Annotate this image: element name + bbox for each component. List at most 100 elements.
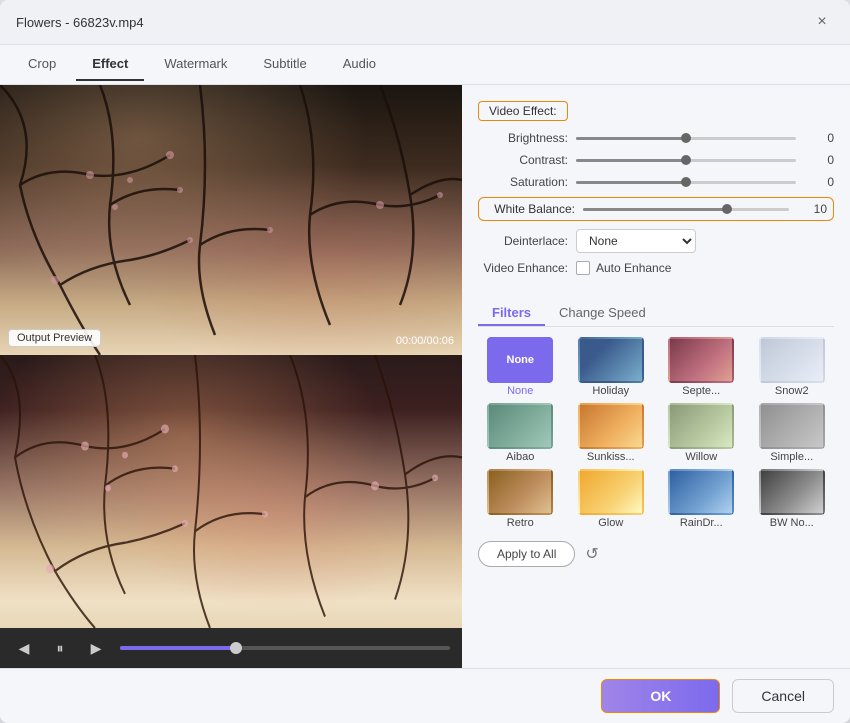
brightness-fill [576,137,686,140]
title-bar: Flowers - 66823v.mp4 × [0,0,850,45]
filter-item-aibao[interactable]: Aibao [478,403,563,463]
brightness-row: Brightness: 0 [478,131,834,145]
apply-row: Apply to All ↺ [478,541,834,567]
controls-bar: ◀ ⏸ ▶ [0,628,462,668]
tab-audio[interactable]: Audio [327,48,392,81]
filter-thumb-willow [668,403,734,449]
filter-name-bwno: BW No... [770,517,814,529]
close-button[interactable]: × [810,10,834,34]
filter-thumb-holiday [578,337,644,383]
prev-button[interactable]: ◀ [12,636,36,660]
filter-name-holiday: Holiday [592,385,629,397]
right-panel: Video Effect: Brightness: 0 Contrast: [462,85,850,668]
brightness-thumb[interactable] [681,133,691,143]
main-content: Output Preview 00:00/00:06 [0,85,850,668]
filter-item-bwno[interactable]: BW No... [750,469,835,529]
window-title: Flowers - 66823v.mp4 [16,15,144,30]
saturation-row: Saturation: 0 [478,175,834,189]
filter-thumb-bwno [759,469,825,515]
filter-item-glow[interactable]: Glow [569,469,654,529]
filter-thumb-simple [759,403,825,449]
saturation-fill [576,181,686,184]
filters-grid: None None Holiday Septe... [478,337,834,529]
progress-fill [120,646,236,650]
white-balance-thumb[interactable] [722,204,732,214]
tab-subtitle[interactable]: Subtitle [247,48,322,81]
flowers-overlay-top [0,85,462,355]
filter-item-willow[interactable]: Willow [659,403,744,463]
contrast-thumb[interactable] [681,155,691,165]
next-button[interactable]: ▶ [84,636,108,660]
refresh-button[interactable]: ↺ [585,544,598,564]
auto-enhance-text: Auto Enhance [596,261,671,275]
filter-name-retro: Retro [507,517,534,529]
filter-name-septe: Septe... [682,385,720,397]
filter-thumb-sunkiss [578,403,644,449]
video-effect-label: Video Effect: [478,101,568,121]
white-balance-value: 10 [797,202,827,216]
saturation-thumb[interactable] [681,177,691,187]
filter-thumb-septe [668,337,734,383]
filter-thumb-glow [578,469,644,515]
white-balance-slider[interactable] [583,208,789,211]
white-balance-row: White Balance: 10 [478,197,834,221]
auto-enhance-checkbox[interactable] [576,261,590,275]
output-preview-label: Output Preview [8,329,101,347]
filter-name-none: None [507,385,533,397]
filter-thumb-retro [487,469,553,515]
flowers-overlay-bottom [0,355,462,628]
play-pause-button[interactable]: ⏸ [48,636,72,660]
filter-thumb-snow2 [759,337,825,383]
tabs-bar: Crop Effect Watermark Subtitle Audio [0,45,850,85]
filter-item-septe[interactable]: Septe... [659,337,744,397]
filter-item-sunkiss[interactable]: Sunkiss... [569,403,654,463]
contrast-value: 0 [804,153,834,167]
brightness-label: Brightness: [478,131,568,145]
tab-change-speed[interactable]: Change Speed [545,301,660,326]
filter-thumb-none: None [487,337,553,383]
progress-handle[interactable] [230,642,242,654]
filter-item-simple[interactable]: Simple... [750,403,835,463]
filter-item-retro[interactable]: Retro [478,469,563,529]
tab-filters[interactable]: Filters [478,301,545,326]
saturation-value: 0 [804,175,834,189]
filters-tabs: Filters Change Speed [478,301,834,327]
saturation-slider[interactable] [576,181,796,184]
cancel-button[interactable]: Cancel [732,679,834,713]
brightness-slider[interactable] [576,137,796,140]
filter-item-holiday[interactable]: Holiday [569,337,654,397]
contrast-slider[interactable] [576,159,796,162]
deinterlace-label: Deinterlace: [478,234,568,248]
ok-button[interactable]: OK [601,679,720,713]
filter-name-willow: Willow [685,451,717,463]
video-preview-bottom [0,355,462,628]
filter-name-glow: Glow [598,517,623,529]
filter-name-sunkiss: Sunkiss... [587,451,635,463]
filter-name-aibao: Aibao [506,451,534,463]
tab-watermark[interactable]: Watermark [148,48,243,81]
contrast-label: Contrast: [478,153,568,167]
left-panel: Output Preview 00:00/00:06 [0,85,462,668]
video-preview-top: Output Preview 00:00/00:06 [0,85,462,355]
filter-item-raindr[interactable]: RainDr... [659,469,744,529]
filter-name-simple: Simple... [770,451,813,463]
deinterlace-row: Deinterlace: None [478,229,834,253]
video-enhance-row: Video Enhance: Auto Enhance [478,261,834,275]
video-effect-section: Video Effect: Brightness: 0 Contrast: [478,101,834,289]
white-balance-fill [583,208,727,211]
filter-item-none[interactable]: None None [478,337,563,397]
tab-effect[interactable]: Effect [76,48,144,81]
brightness-value: 0 [804,131,834,145]
deinterlace-select[interactable]: None [576,229,696,253]
filter-name-raindr: RainDr... [680,517,723,529]
white-balance-label: White Balance: [485,202,575,216]
bottom-buttons: OK Cancel [0,668,850,723]
contrast-fill [576,159,686,162]
filter-item-snow2[interactable]: Snow2 [750,337,835,397]
contrast-row: Contrast: 0 [478,153,834,167]
filter-thumb-raindr [668,469,734,515]
tab-crop[interactable]: Crop [12,48,72,81]
time-display: 00:00/00:06 [396,335,454,347]
progress-bar[interactable] [120,646,450,650]
apply-to-all-button[interactable]: Apply to All [478,541,575,567]
